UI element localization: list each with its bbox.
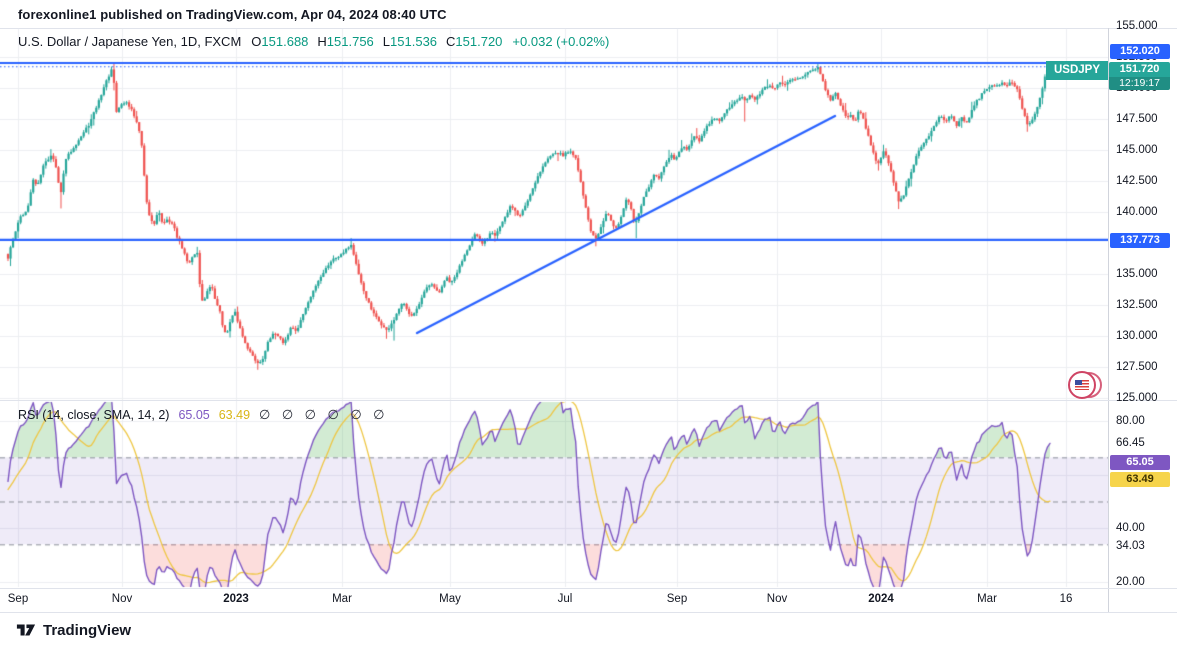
rsi-title: RSI (14, close, SMA, 14, 2): [18, 408, 169, 422]
rsi-axis-label: 20.00: [1116, 575, 1174, 589]
tradingview-snapshot: forexonline1 published on TradingView.co…: [0, 0, 1177, 650]
rsi-legend[interactable]: RSI (14, close, SMA, 14, 2) 65.05 63.49 …: [18, 407, 385, 423]
ohlc-item: L151.536: [383, 34, 437, 49]
time-axis-label: 2024: [868, 593, 894, 605]
price-axis-label: 142.500: [1116, 174, 1174, 188]
empty-input-icon: ∅: [328, 407, 340, 423]
chart-canvas[interactable]: [0, 28, 1108, 612]
empty-input-icon: ∅: [282, 407, 294, 423]
ohlc-item: O151.688: [251, 34, 308, 49]
price-axis-label: 140.000: [1116, 205, 1174, 219]
price-axis-label: 125.000: [1116, 391, 1174, 405]
time-axis-label: May: [439, 593, 461, 605]
price-axis-label: 127.500: [1116, 360, 1174, 374]
rsi-value: 65.05: [178, 408, 209, 422]
ohlc-number: 151.720: [455, 34, 502, 49]
axis-value-badge: 65.05: [1110, 455, 1170, 470]
price-axis-label: 147.500: [1116, 112, 1174, 126]
footer-logo[interactable]: TradingView: [16, 620, 131, 640]
symbol-legend[interactable]: U.S. Dollar / Japanese Yen, 1D, FXCM O15…: [18, 34, 609, 49]
price-axis-label: 145.000: [1116, 143, 1174, 157]
rsi-axis-label: 80.00: [1116, 414, 1174, 428]
time-axis-label: Nov: [112, 593, 132, 605]
price-axis-label: 132.500: [1116, 298, 1174, 312]
footer-divider: [0, 612, 1177, 613]
symbol-price-label: USDJPY: [1046, 61, 1108, 80]
ohlc-values: O151.688 H151.756 L151.536 C151.720: [251, 34, 502, 49]
time-axis-label: 16: [1060, 593, 1073, 605]
empty-input-icon: ∅: [373, 407, 385, 423]
ohlc-item: C151.720: [446, 34, 502, 49]
time-axis-label: Sep: [8, 593, 28, 605]
ohlc-number: 151.688: [261, 34, 308, 49]
ohlc-label: C: [446, 34, 455, 49]
ohlc-number: 151.756: [327, 34, 374, 49]
ohlc-item: H151.756: [317, 34, 373, 49]
time-axis-label: Mar: [977, 593, 997, 605]
rsi-axis-label: 40.00: [1116, 521, 1174, 535]
price-axis-label: 155.000: [1116, 19, 1174, 33]
pane-divider[interactable]: [0, 400, 1177, 401]
last-price-badge: 151.720 12:19:17: [1109, 62, 1170, 90]
publish-byline: forexonline1 published on TradingView.co…: [18, 7, 447, 22]
empty-input-icon: ∅: [305, 407, 317, 423]
empty-input-icon: ∅: [350, 407, 362, 423]
ohlc-label: H: [317, 34, 326, 49]
bar-countdown: 12:19:17: [1109, 77, 1170, 90]
tradingview-logo-text: TradingView: [43, 622, 131, 639]
tradingview-logo-icon: [16, 620, 36, 640]
time-axis-label: Jul: [558, 593, 573, 605]
rsi-sma-value: 63.49: [219, 408, 250, 422]
axis-value-badge: 137.773: [1110, 233, 1170, 248]
ohlc-label: O: [251, 34, 261, 49]
symbol-title: U.S. Dollar / Japanese Yen, 1D, FXCM: [18, 34, 241, 49]
change-value: +0.032 (+0.02%): [512, 34, 609, 49]
time-axis-label: Mar: [332, 593, 352, 605]
empty-input-icon: ∅: [259, 407, 271, 423]
ohlc-number: 151.536: [390, 34, 437, 49]
price-scale-divider[interactable]: [1108, 28, 1109, 612]
time-axis-label: Sep: [667, 593, 687, 605]
rsi-axis-label: 66.45: [1116, 436, 1174, 450]
price-axis-label: 135.000: [1116, 267, 1174, 281]
rsi-axis-label: 34.03: [1116, 539, 1174, 553]
rsi-empty-inputs: ∅ ∅ ∅ ∅ ∅ ∅: [259, 407, 385, 423]
ohlc-label: L: [383, 34, 390, 49]
time-axis-divider: [0, 588, 1177, 589]
last-price-value: 151.720: [1109, 62, 1170, 77]
us-flag-icon: [1068, 371, 1096, 399]
time-axis-label: Nov: [767, 593, 787, 605]
axis-value-badge: 152.020: [1110, 44, 1170, 59]
price-axis-label: 130.000: [1116, 329, 1174, 343]
axis-value-badge: 63.49: [1110, 472, 1170, 487]
time-axis-label: 2023: [223, 593, 249, 605]
